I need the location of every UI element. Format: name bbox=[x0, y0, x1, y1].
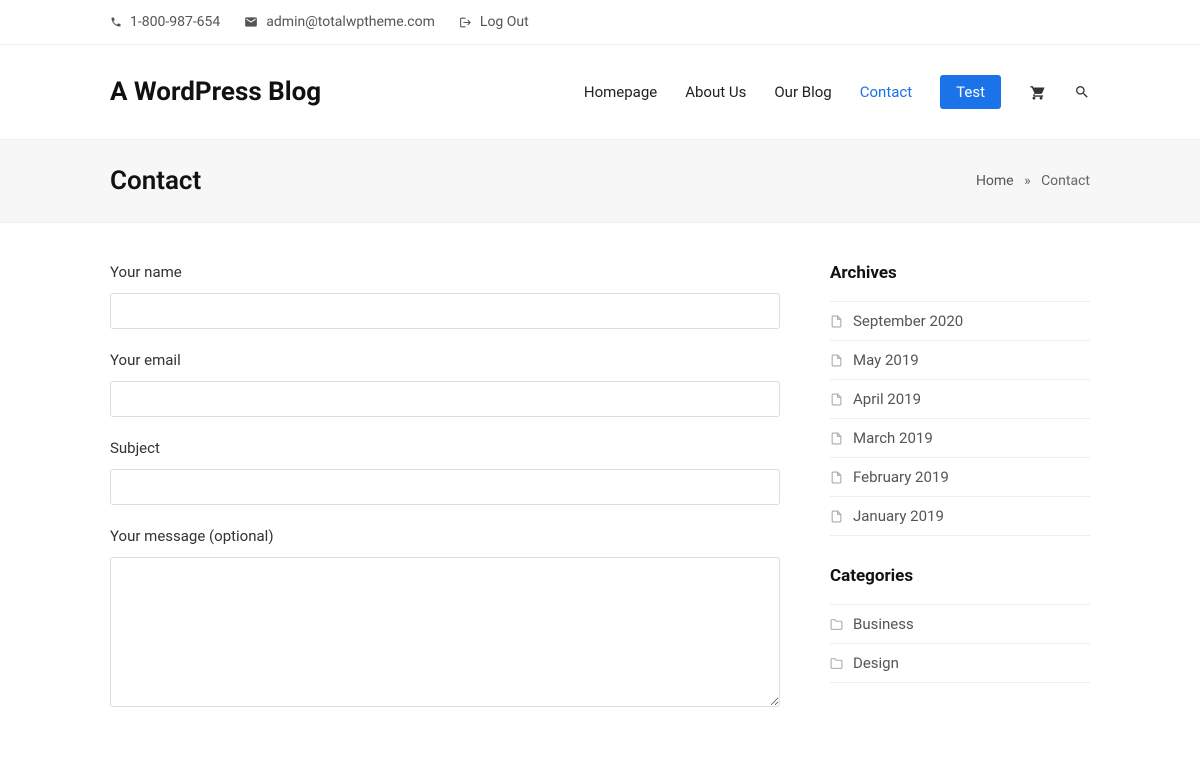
email-icon bbox=[244, 15, 258, 29]
subject-label: Subject bbox=[110, 439, 780, 457]
header: A WordPress Blog Homepage About Us Our B… bbox=[0, 45, 1200, 139]
nav-our-blog[interactable]: Our Blog bbox=[774, 83, 831, 101]
topbar-logout[interactable]: Log Out bbox=[459, 14, 529, 30]
list-item[interactable]: March 2019 bbox=[830, 419, 1090, 458]
main-nav: Homepage About Us Our Blog Contact Test bbox=[584, 75, 1090, 109]
topbar: 1-800-987-654 admin@totalwptheme.com Log… bbox=[0, 0, 1200, 45]
folder-icon bbox=[830, 618, 843, 631]
site-title[interactable]: A WordPress Blog bbox=[110, 77, 321, 107]
list-item[interactable]: Business bbox=[830, 605, 1090, 644]
archive-link[interactable]: May 2019 bbox=[853, 351, 919, 369]
email-text: admin@totalwptheme.com bbox=[266, 14, 435, 30]
categories-widget: Categories Business Design bbox=[830, 566, 1090, 683]
folder-icon bbox=[830, 657, 843, 670]
page-title: Contact bbox=[110, 166, 201, 196]
document-icon bbox=[830, 354, 843, 367]
sidebar: Archives September 2020 May 2019 April 2… bbox=[830, 263, 1090, 733]
list-item[interactable]: Design bbox=[830, 644, 1090, 683]
phone-text: 1-800-987-654 bbox=[130, 14, 220, 30]
categories-list: Business Design bbox=[830, 604, 1090, 683]
cart-icon[interactable] bbox=[1029, 84, 1046, 101]
topbar-phone[interactable]: 1-800-987-654 bbox=[110, 14, 220, 30]
list-item[interactable]: May 2019 bbox=[830, 341, 1090, 380]
nav-about-us[interactable]: About Us bbox=[685, 83, 746, 101]
email-input[interactable] bbox=[110, 381, 780, 417]
archives-list: September 2020 May 2019 April 2019 March… bbox=[830, 301, 1090, 536]
archive-link[interactable]: March 2019 bbox=[853, 429, 933, 447]
category-link[interactable]: Design bbox=[853, 654, 899, 672]
archives-widget: Archives September 2020 May 2019 April 2… bbox=[830, 263, 1090, 536]
name-input[interactable] bbox=[110, 293, 780, 329]
logout-icon bbox=[459, 16, 472, 29]
list-item[interactable]: April 2019 bbox=[830, 380, 1090, 419]
list-item[interactable]: January 2019 bbox=[830, 497, 1090, 536]
logout-link[interactable]: Log Out bbox=[480, 14, 529, 30]
list-item[interactable]: September 2020 bbox=[830, 302, 1090, 341]
topbar-email[interactable]: admin@totalwptheme.com bbox=[244, 14, 435, 30]
archive-link[interactable]: September 2020 bbox=[853, 312, 963, 330]
document-icon bbox=[830, 471, 843, 484]
list-item[interactable]: February 2019 bbox=[830, 458, 1090, 497]
main-content: Your name Your email Subject Your messag… bbox=[110, 263, 780, 733]
category-link[interactable]: Business bbox=[853, 615, 914, 633]
breadcrumb: Home » Contact bbox=[976, 173, 1090, 189]
nav-test-button[interactable]: Test bbox=[940, 75, 1001, 109]
breadcrumb-separator: » bbox=[1017, 173, 1037, 189]
name-label: Your name bbox=[110, 263, 780, 281]
archive-link[interactable]: April 2019 bbox=[853, 390, 921, 408]
breadcrumb-current: Contact bbox=[1041, 173, 1090, 189]
page-header: Contact Home » Contact bbox=[0, 139, 1200, 223]
search-icon[interactable] bbox=[1074, 84, 1090, 100]
message-textarea[interactable] bbox=[110, 557, 780, 707]
categories-title: Categories bbox=[830, 566, 1090, 586]
archive-link[interactable]: January 2019 bbox=[853, 507, 944, 525]
nav-homepage[interactable]: Homepage bbox=[584, 83, 657, 101]
document-icon bbox=[830, 393, 843, 406]
message-label: Your message (optional) bbox=[110, 527, 780, 545]
phone-icon bbox=[110, 16, 122, 28]
subject-input[interactable] bbox=[110, 469, 780, 505]
document-icon bbox=[830, 510, 843, 523]
nav-contact[interactable]: Contact bbox=[860, 83, 912, 101]
document-icon bbox=[830, 432, 843, 445]
email-label: Your email bbox=[110, 351, 780, 369]
archive-link[interactable]: February 2019 bbox=[853, 468, 949, 486]
archives-title: Archives bbox=[830, 263, 1090, 283]
document-icon bbox=[830, 315, 843, 328]
breadcrumb-home[interactable]: Home bbox=[976, 173, 1014, 189]
